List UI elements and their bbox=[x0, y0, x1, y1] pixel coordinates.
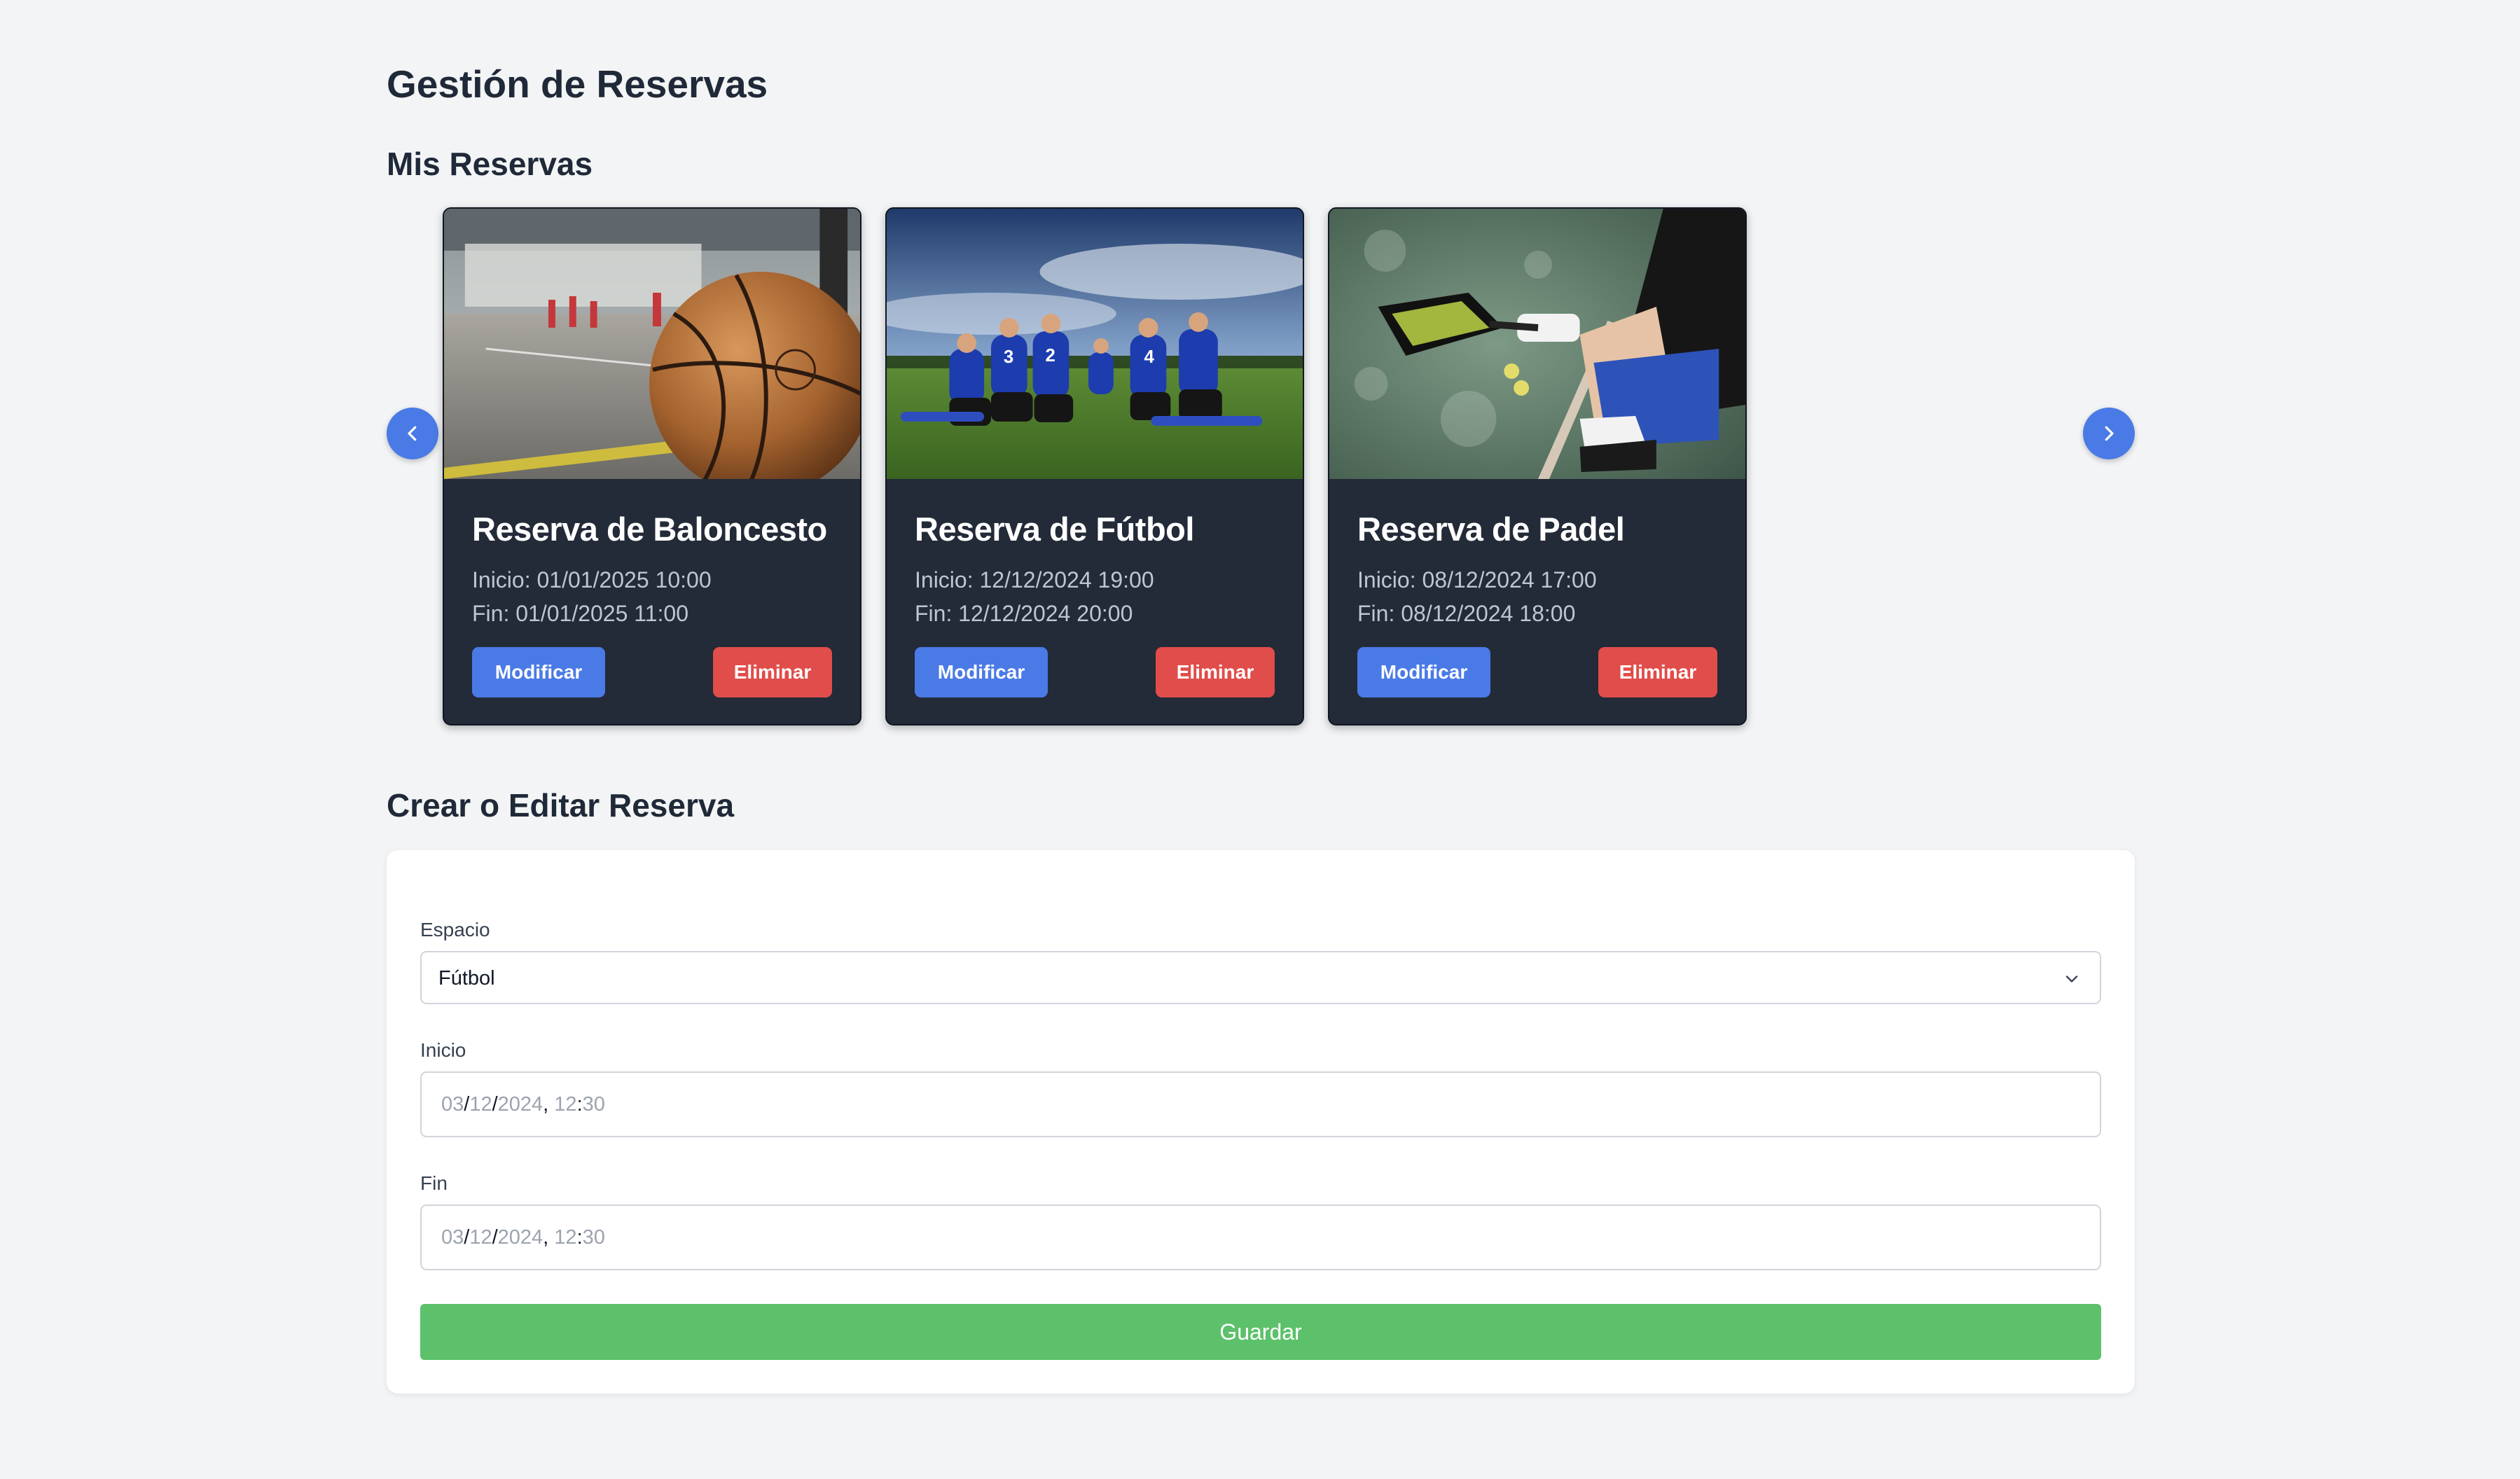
card-start: Inicio: 08/12/2024 17:00 bbox=[1357, 567, 1597, 592]
svg-text:3: 3 bbox=[1004, 347, 1013, 367]
delete-button[interactable]: Eliminar bbox=[1156, 647, 1275, 697]
reservation-card: Reserva de Baloncesto Inicio: 01/01/2025… bbox=[443, 207, 861, 725]
reservations-heading: Mis Reservas bbox=[387, 146, 593, 182]
modify-button[interactable]: Modificar bbox=[915, 647, 1048, 697]
card-end: Fin: 12/12/2024 20:00 bbox=[915, 601, 1133, 626]
delete-button[interactable]: Eliminar bbox=[1598, 647, 1717, 697]
space-select-value: Fútbol bbox=[438, 967, 495, 990]
card-end: Fin: 01/01/2025 11:00 bbox=[472, 601, 688, 626]
end-label: Fin bbox=[420, 1172, 448, 1194]
start-datetime-input[interactable]: 03/12/2024, 12:30 bbox=[420, 1071, 2101, 1137]
page-title: Gestión de Reservas bbox=[387, 62, 768, 106]
modify-button[interactable]: Modificar bbox=[472, 647, 605, 697]
card-start: Inicio: 12/12/2024 19:00 bbox=[915, 567, 1154, 592]
chevron-left-icon bbox=[408, 426, 417, 441]
card-title: Reserva de Fútbol bbox=[915, 511, 1194, 548]
start-datetime-value: 03/12/2024, 12:30 bbox=[441, 1093, 605, 1116]
start-label: Inicio bbox=[420, 1039, 466, 1061]
end-datetime-value: 03/12/2024, 12:30 bbox=[441, 1226, 605, 1249]
reservation-card: Reserva de Padel Inicio: 08/12/2024 17:0… bbox=[1328, 207, 1747, 725]
svg-text:4: 4 bbox=[1144, 347, 1155, 367]
svg-text:2: 2 bbox=[1045, 346, 1055, 366]
reservation-card: 3 2 4 Reserva de Fútbol Inicio: 12/12/20… bbox=[885, 207, 1304, 725]
card-start: Inicio: 01/01/2025 10:00 bbox=[472, 567, 712, 592]
carousel-prev-button[interactable] bbox=[387, 408, 438, 459]
card-end: Fin: 08/12/2024 18:00 bbox=[1357, 601, 1576, 626]
modify-button[interactable]: Modificar bbox=[1357, 647, 1490, 697]
reservation-form: Espacio Fútbol Inicio 03/12/2024, 12:30 … bbox=[387, 850, 2135, 1394]
football-team-image: 3 2 4 bbox=[887, 209, 1303, 479]
form-heading: Crear o Editar Reserva bbox=[387, 787, 735, 824]
delete-button[interactable]: Eliminar bbox=[713, 647, 832, 697]
save-button[interactable]: Guardar bbox=[420, 1304, 2101, 1360]
padel-player-image bbox=[1329, 209, 1745, 479]
chevron-right-icon bbox=[2105, 426, 2114, 441]
reservations-carousel: Reserva de Baloncesto Inicio: 01/01/2025… bbox=[387, 207, 2135, 728]
space-select[interactable]: Fútbol bbox=[420, 951, 2101, 1004]
card-title: Reserva de Padel bbox=[1357, 511, 1625, 548]
basketball-court-image bbox=[444, 209, 860, 479]
chevron-down-icon bbox=[2065, 975, 2078, 982]
end-datetime-input[interactable]: 03/12/2024, 12:30 bbox=[420, 1204, 2101, 1270]
card-title: Reserva de Baloncesto bbox=[472, 511, 827, 548]
carousel-next-button[interactable] bbox=[2083, 408, 2135, 459]
space-label: Espacio bbox=[420, 919, 490, 940]
